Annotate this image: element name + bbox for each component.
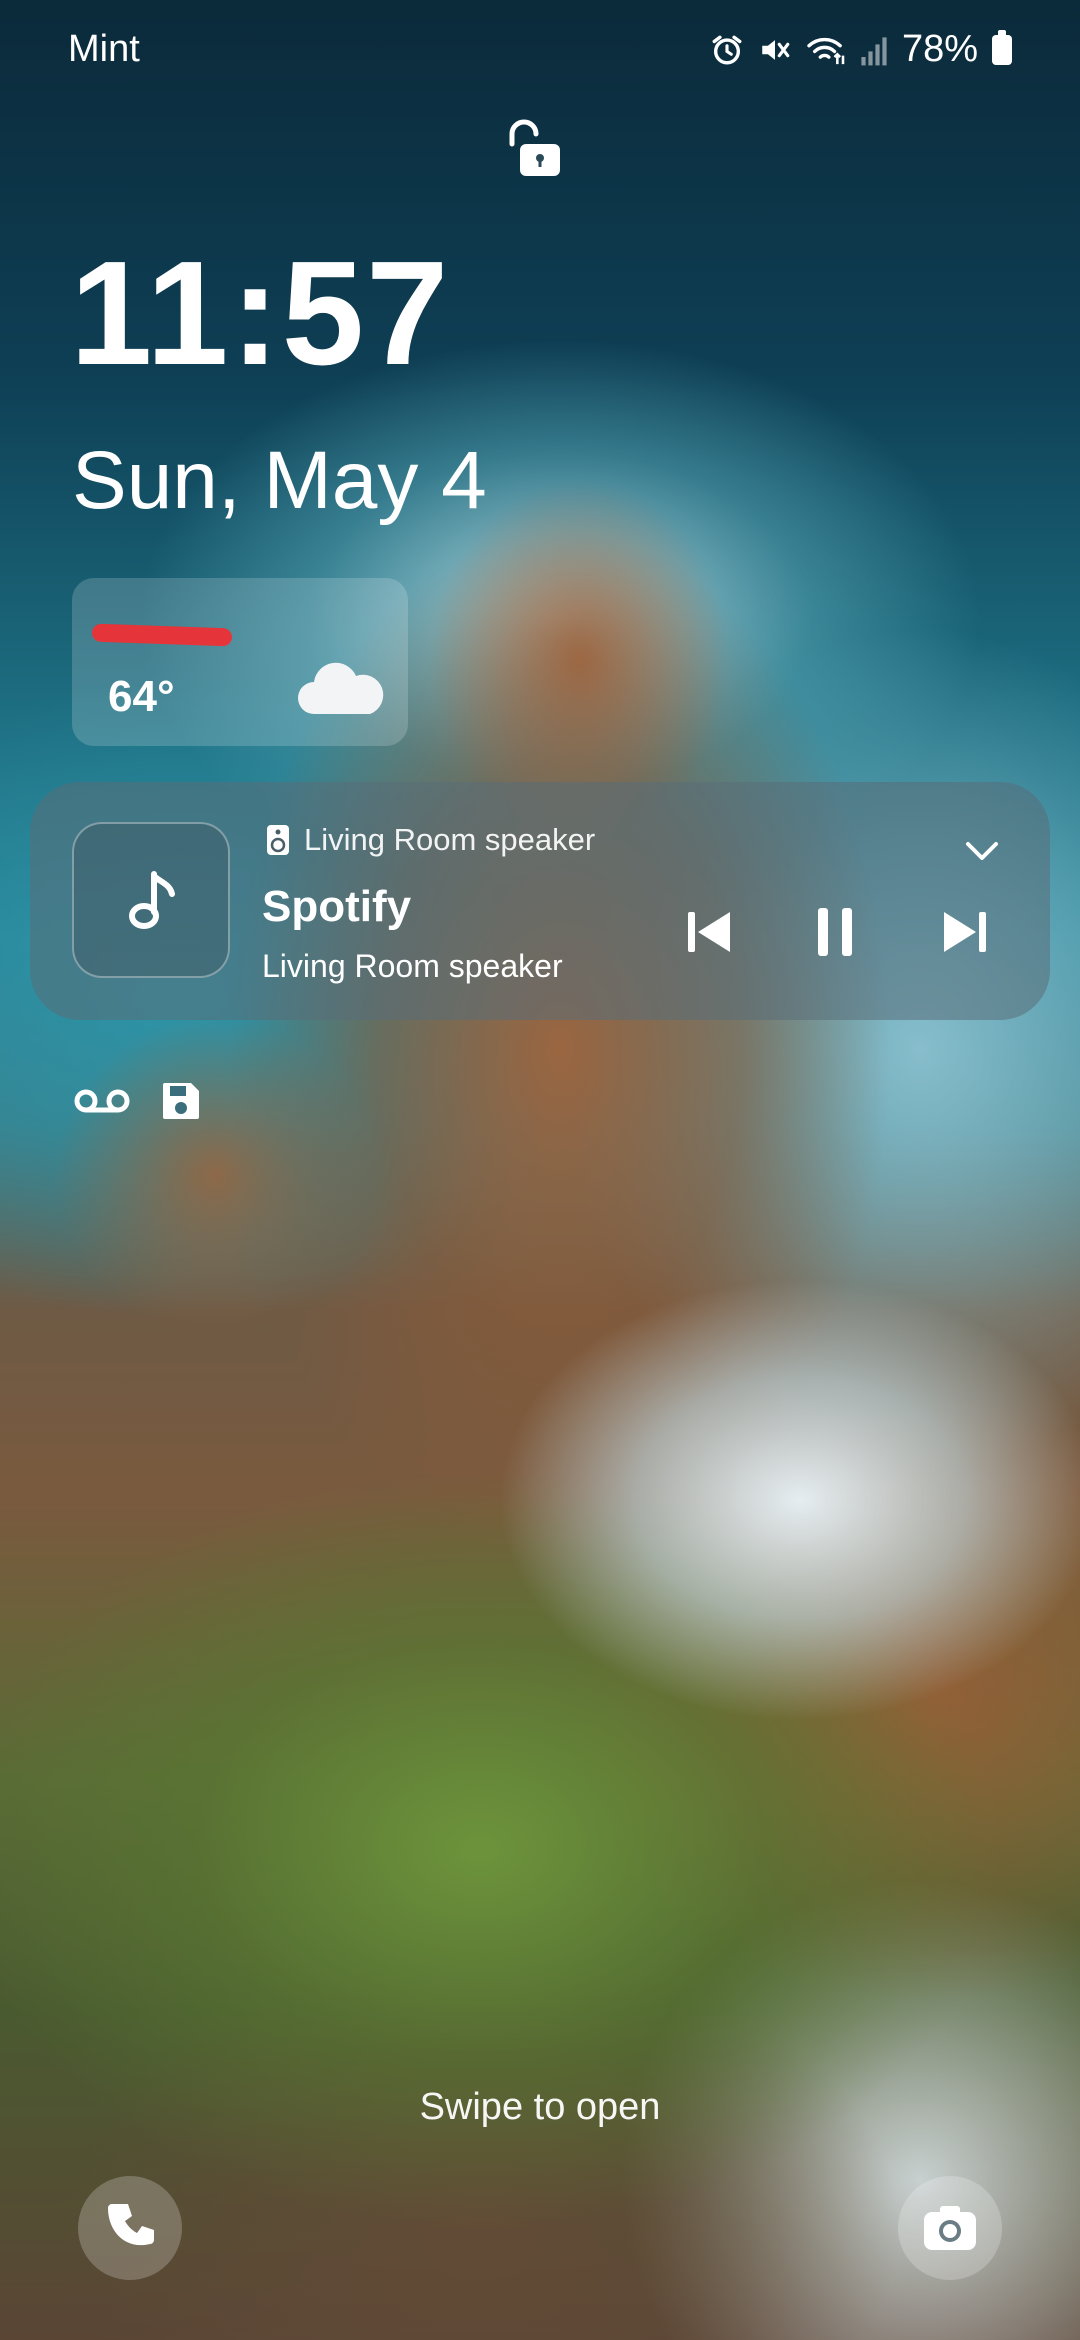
status-icons: 78% [710,28,1012,71]
clock-time[interactable]: 11:57 [70,240,450,388]
camera-icon [924,2206,976,2250]
save-icon[interactable] [160,1080,202,1122]
chevron-down-icon[interactable] [964,838,1000,864]
next-track-icon[interactable] [938,902,990,962]
output-device[interactable]: Living Room speaker [266,822,595,858]
unlocked-padlock-icon[interactable] [502,116,568,182]
weather-widget[interactable]: 64° [72,578,408,746]
speaker-icon [267,825,289,855]
mute-icon [762,39,790,60]
swipe-hint: Swipe to open [419,2086,661,2128]
media-player-card[interactable]: Living Room speaker Spotify Living Room … [30,782,1050,1020]
redaction-mark [91,623,233,647]
media-subtitle: Living Room speaker [262,948,563,984]
camera-shortcut[interactable] [898,2176,1002,2280]
weather-temperature: 64° [108,672,175,721]
status-bar: Mint 78% [0,0,1080,100]
phone-icon [108,2204,154,2246]
carrier-name: Mint [68,28,140,70]
cloud-icon [298,662,384,714]
pause-icon[interactable] [810,902,862,962]
lock-screen[interactable]: Mint 78% 11:57 Sun, May 4 64° Living Roo… [0,0,1080,2340]
previous-track-icon[interactable] [684,902,736,962]
wifi-icon [807,37,845,64]
media-title: Spotify [262,882,412,931]
phone-shortcut[interactable] [78,2176,182,2280]
music-note-icon [129,871,175,929]
output-device-label: Living Room speaker [304,822,596,857]
voicemail-icon[interactable] [74,1083,130,1119]
battery-icon [992,29,1012,65]
alarm-icon [712,35,742,64]
battery-percentage: 78% [901,28,978,70]
signal-icon [861,36,887,65]
album-art [72,822,230,978]
clock-date: Sun, May 4 [72,435,487,526]
notification-icons[interactable] [74,1080,202,1122]
